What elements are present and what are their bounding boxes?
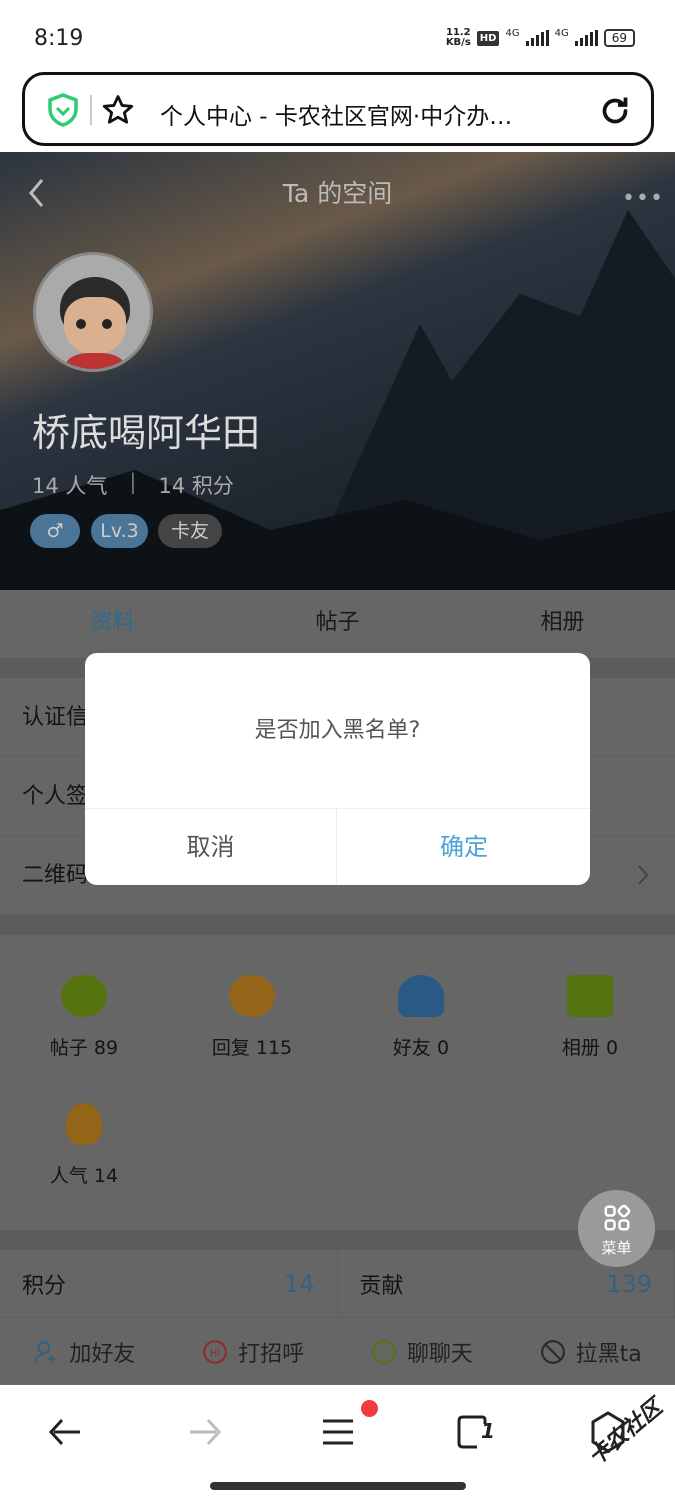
- grid-menu-icon: [604, 1204, 630, 1231]
- menu-icon: [323, 1419, 353, 1445]
- block-button[interactable]: 拉黑ta: [506, 1318, 675, 1385]
- hd-icon: HD: [476, 30, 500, 46]
- gesture-bar[interactable]: [210, 1482, 466, 1490]
- notification-dot: [361, 1400, 378, 1417]
- forward-button[interactable]: [174, 1407, 234, 1457]
- add-user-icon: [34, 1340, 56, 1363]
- hi-icon: Hi: [203, 1339, 228, 1364]
- footprint-icon: [66, 1103, 102, 1145]
- album-icon: [567, 975, 613, 1017]
- tab-album[interactable]: 相册: [450, 590, 675, 658]
- star-icon[interactable]: [101, 93, 135, 127]
- tab-count: 1: [481, 1419, 495, 1443]
- add-friend-button[interactable]: 加好友: [0, 1318, 169, 1385]
- grid-item-friends[interactable]: 好友 0: [337, 975, 505, 1060]
- section-gap: [0, 915, 675, 935]
- block-icon: [540, 1339, 565, 1364]
- signal-icon: [525, 30, 549, 46]
- stat-points: 积分 14: [0, 1250, 338, 1317]
- chevron-right-icon: [638, 865, 649, 885]
- net-label-2: 4G: [554, 28, 569, 39]
- back-button[interactable]: [36, 1407, 96, 1457]
- reload-icon[interactable]: [597, 93, 633, 129]
- tabs-button[interactable]: 1: [443, 1407, 503, 1457]
- reply-bubbles-icon: [229, 975, 275, 1017]
- level-tag: Lv.3: [91, 514, 148, 548]
- points: 14 积分: [158, 474, 234, 498]
- popularity: 14 人气: [32, 474, 108, 498]
- activity-grid: 帖子 89 回复 115 好友 0 相册 0 人气 14: [0, 935, 675, 1230]
- cancel-button[interactable]: 取消: [85, 809, 337, 885]
- net-label-1: 4G: [505, 28, 520, 39]
- header-title: Ta 的空间: [282, 179, 393, 208]
- profile-header: Ta 的空间 ••• 桥底喝阿华田 14 人气 | 14 积分 ♂ Lv.3 卡…: [0, 152, 675, 590]
- chat-bubble-icon: [61, 975, 107, 1017]
- status-bar: 8:19 11.2 KB/s HD 4G 4G 69: [0, 0, 675, 70]
- grid-item-album[interactable]: 相册 0: [506, 975, 674, 1060]
- chat-button[interactable]: 聊聊天: [338, 1318, 507, 1385]
- chat-icon: [371, 1339, 396, 1364]
- forward-icon: [190, 1418, 222, 1446]
- floating-menu-button[interactable]: 菜单: [578, 1190, 655, 1267]
- section-gap: [0, 1230, 675, 1250]
- network-speed: 11.2 KB/s: [445, 27, 471, 48]
- clock: 8:19: [34, 26, 84, 51]
- user-stats: 14 人气 | 14 积分: [32, 470, 234, 500]
- signal-icon: [574, 30, 598, 46]
- tab-posts[interactable]: 帖子: [225, 590, 450, 658]
- more-icon[interactable]: •••: [622, 186, 664, 211]
- role-tag: 卡友: [158, 514, 222, 548]
- status-icons: 11.2 KB/s HD 4G 4G 69: [446, 28, 635, 48]
- username: 桥底喝阿华田: [32, 411, 261, 455]
- shield-check-icon[interactable]: [45, 92, 81, 128]
- divider: [90, 95, 92, 125]
- page-title[interactable]: 个人中心 - 卡农社区官网·中介办…: [160, 97, 512, 131]
- friends-icon: [398, 975, 444, 1017]
- grid-item-posts[interactable]: 帖子 89: [0, 975, 168, 1060]
- confirm-button[interactable]: 确定: [338, 809, 590, 885]
- profile-tabs: 资料 帖子 相册: [0, 590, 675, 658]
- battery-icon: 69: [603, 29, 635, 47]
- action-bar: 加好友 Hi 打招呼 聊聊天 拉黑ta: [0, 1318, 675, 1385]
- say-hi-button[interactable]: Hi 打招呼: [169, 1318, 338, 1385]
- tab-profile[interactable]: 资料: [0, 590, 225, 658]
- svg-text:Hi: Hi: [210, 1348, 220, 1359]
- dialog-message: 是否加入黑名单?: [85, 653, 590, 809]
- gender-tag: ♂: [30, 514, 80, 548]
- stats-bar: 积分 14 贡献 139: [0, 1250, 675, 1318]
- grid-item-replies[interactable]: 回复 115: [168, 975, 336, 1060]
- back-icon: [48, 1418, 80, 1446]
- grid-item-popularity[interactable]: 人气 14: [0, 1103, 168, 1188]
- url-bar[interactable]: 个人中心 - 卡农社区官网·中介办…: [22, 72, 654, 146]
- avatar: [33, 252, 153, 372]
- separator: |: [129, 470, 137, 494]
- confirm-dialog: 是否加入黑名单? 取消 确定: [85, 653, 590, 885]
- menu-button[interactable]: [308, 1407, 368, 1457]
